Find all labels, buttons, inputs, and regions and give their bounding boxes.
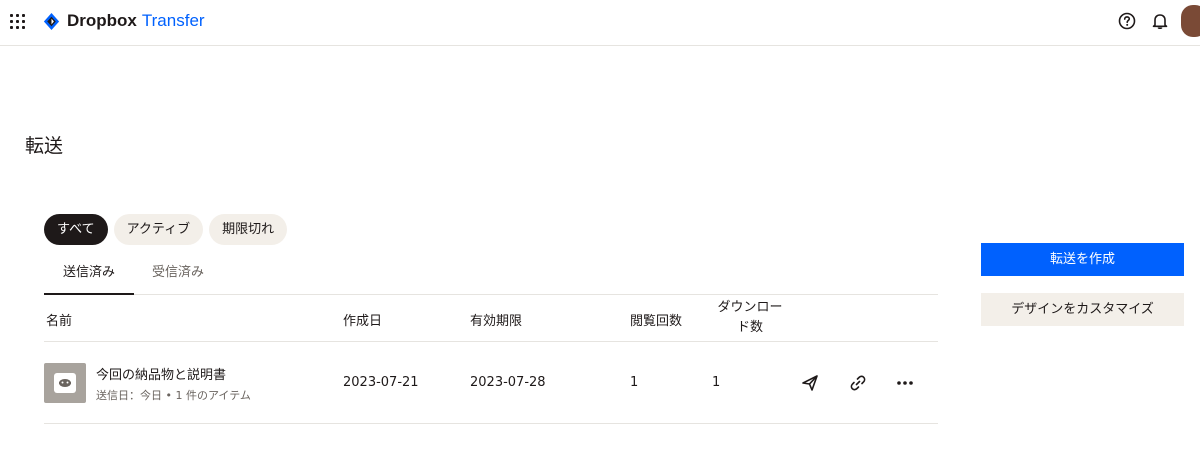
transfer-name[interactable]: 今回の納品物と説明書 xyxy=(96,364,226,383)
column-header-expires[interactable]: 有効期限 xyxy=(470,310,522,329)
column-header-views[interactable]: 閲覧回数 xyxy=(630,310,682,329)
link-icon[interactable] xyxy=(847,372,869,394)
send-icon[interactable] xyxy=(799,372,821,394)
table-row[interactable]: 今回の納品物と説明書 送信日：今日 • 1 件のアイテム 2023-07-21 … xyxy=(44,342,938,424)
avatar[interactable] xyxy=(1181,5,1200,37)
view-count: 1 xyxy=(630,375,639,390)
tab-sent[interactable]: 送信済み xyxy=(44,258,134,295)
create-transfer-button[interactable]: 転送を作成 xyxy=(981,243,1184,276)
filter-all-chip[interactable]: すべて xyxy=(44,214,108,245)
table-header: 名前 作成日 有効期限 閲覧回数 ダウンロー ド数 xyxy=(44,296,938,342)
customize-design-button[interactable]: デザインをカスタマイズ xyxy=(981,293,1184,326)
column-header-created[interactable]: 作成日 xyxy=(343,310,382,329)
filter-expired-chip[interactable]: 期限切れ xyxy=(209,214,288,245)
filter-chips: すべて アクティブ 期限切れ xyxy=(44,214,288,245)
column-header-downloads-line2: ド数 xyxy=(736,320,763,335)
transfer-thumbnail-icon xyxy=(54,373,76,393)
more-options-icon[interactable] xyxy=(894,372,916,394)
help-icon[interactable] xyxy=(1118,12,1136,30)
download-count: 1 xyxy=(712,375,721,390)
dropbox-logo-icon xyxy=(43,12,60,30)
file-thumbnail xyxy=(44,363,86,403)
app-grid-icon[interactable] xyxy=(10,14,26,30)
column-header-downloads-line1: ダウンロー xyxy=(717,300,783,315)
dropbox-transfer-logo[interactable]: Dropbox Transfer xyxy=(42,11,205,31)
brand-name: Dropbox xyxy=(67,11,137,30)
transfer-meta: 送信日：今日 • 1 件のアイテム xyxy=(96,389,251,402)
transfer-tabs: 送信済み 受信済み xyxy=(44,258,938,295)
column-header-name[interactable]: 名前 xyxy=(46,310,72,329)
column-header-downloads[interactable]: ダウンロー ド数 xyxy=(710,298,790,338)
notifications-bell-icon[interactable] xyxy=(1151,12,1169,30)
top-bar: Dropbox Transfer xyxy=(0,0,1200,46)
created-date: 2023-07-21 xyxy=(343,375,419,390)
tab-received[interactable]: 受信済み xyxy=(134,258,222,295)
expiry-date: 2023-07-28 xyxy=(470,375,546,390)
brand-product: Transfer xyxy=(141,11,205,30)
page-title: 転送 xyxy=(25,135,64,157)
filter-active-chip[interactable]: アクティブ xyxy=(113,214,204,245)
